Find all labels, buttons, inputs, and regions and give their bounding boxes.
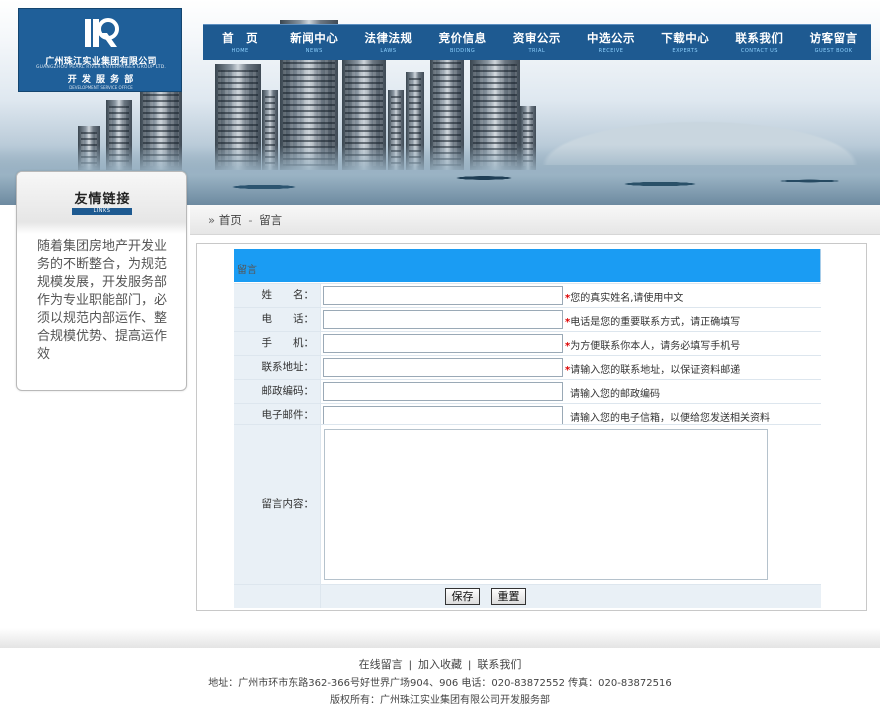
- nav-label-en: RECEIVE: [598, 48, 624, 54]
- field-cell: *为方便联系你本人，请务必填写手机号: [320, 332, 821, 355]
- nav-label: 竞价信息: [438, 31, 487, 45]
- nav-label: 下载中心: [661, 31, 710, 45]
- nav-label: 法律法规: [364, 31, 413, 45]
- reset-button[interactable]: 重置: [491, 588, 526, 605]
- hint-text: 请输入您的电子信箱，以便给您发送相关资料: [570, 413, 770, 424]
- friend-links-title-en: LINKS: [72, 208, 132, 215]
- breadcrumb-current: 留言: [259, 213, 283, 227]
- footer-link-bookmark[interactable]: 加入收藏: [418, 658, 462, 671]
- company-name-en: GUANGZHOU PEARL RIVER ENTERPRISES GROUP …: [35, 65, 167, 70]
- guestbook-form: 留言 姓 名： *您的真实姓名,请使用中文 电 话： *电话是您的重要联系方式，…: [196, 243, 867, 611]
- nav-item-receive[interactable]: 中选公示 RECEIVE: [574, 25, 648, 61]
- field-hint: *为方便联系你本人，请务必填写手机号: [565, 337, 740, 352]
- footer: 在线留言 | 加入收藏 | 联系我们 地址：广州市环市东路362-366号好世界广场90…: [0, 656, 880, 709]
- nav-label-en: LAWS: [380, 48, 397, 54]
- form-row-name: 姓 名： *您的真实姓名,请使用中文: [234, 283, 821, 307]
- company-logo[interactable]: 广州珠江实业集团有限公司 GUANGZHOU PEARL RIVER ENTER…: [18, 8, 182, 92]
- nav-item-laws[interactable]: 法律法规 LAWS: [351, 25, 425, 61]
- nav-item-trial[interactable]: 资审公示 TRIAL: [500, 25, 574, 61]
- field-hint: *电话是您的重要联系方式，请正确填写: [565, 313, 740, 328]
- form-row-address: 联系地址： *请输入您的联系地址，以保证资料邮递: [234, 355, 821, 379]
- hint-text: 请输入您的联系地址，以保证资料邮递: [570, 365, 741, 376]
- nav-label-en: BIDDING: [450, 48, 476, 54]
- field-label: 留言内容：: [234, 425, 320, 584]
- phone-input[interactable]: [323, 310, 563, 329]
- main-nav: 首 页 HOME 新闻中心 NEWS 法律法规 LAWS 竞价信息 BIDDING 资审…: [203, 24, 871, 60]
- nav-label-en: EXPERTS: [672, 48, 699, 54]
- form-row-mobile: 手 机： *为方便联系你本人，请务必填写手机号: [234, 331, 821, 355]
- hint-text: 电话是您的重要联系方式，请正确填写: [570, 317, 741, 328]
- field-hint: *请输入您的联系地址，以保证资料邮递: [565, 361, 740, 376]
- nav-label: 资审公示: [512, 31, 561, 45]
- field-cell: *您的真实姓名,请使用中文: [320, 284, 821, 307]
- double-chevron-right-icon: »: [208, 213, 216, 227]
- field-label: 联系地址：: [234, 356, 320, 379]
- nav-label-en: GUEST BOOK: [814, 48, 853, 54]
- address-input[interactable]: [323, 358, 563, 377]
- field-cell: 保存 重置: [320, 585, 821, 608]
- postcode-input[interactable]: [323, 382, 563, 401]
- hint-text: 您的真实姓名,请使用中文: [570, 293, 684, 304]
- nav-item-guestbook[interactable]: 访客留言 GUEST BOOK: [797, 25, 871, 61]
- form-title: 留言: [237, 265, 257, 276]
- nav-label-en: NEWS: [305, 48, 323, 54]
- breadcrumb: » 首页 - 留言: [208, 212, 282, 228]
- field-label: [234, 585, 320, 608]
- field-cell: 请输入您的邮政编码: [320, 380, 821, 403]
- form-row-phone: 电 话： *电话是您的重要联系方式，请正确填写: [234, 307, 821, 331]
- footer-link-message[interactable]: 在线留言: [359, 658, 403, 671]
- form-row-postcode: 邮政编码： 请输入您的邮政编码: [234, 379, 821, 403]
- field-cell: [320, 425, 821, 584]
- footer-link-contact[interactable]: 联系我们: [477, 658, 521, 671]
- field-cell: *电话是您的重要联系方式，请正确填写: [320, 308, 821, 331]
- breadcrumb-separator: -: [248, 213, 253, 227]
- nav-label: 中选公示: [587, 31, 636, 45]
- hint-text: 请输入您的邮政编码: [570, 389, 660, 400]
- name-input[interactable]: [323, 286, 563, 305]
- friend-links-panel: 友情链接 LINKS 随着集团房地产开发业务的不断整合，为规范规模发展，开发服务…: [16, 171, 187, 391]
- field-hint: 请输入您的电子信箱，以便给您发送相关资料: [570, 409, 770, 424]
- nav-label: 联系我们: [735, 31, 784, 45]
- nav-label-en: TRIAL: [528, 48, 546, 54]
- nav-label: 首 页: [222, 31, 259, 45]
- message-textarea[interactable]: [324, 429, 768, 580]
- mobile-input[interactable]: [323, 334, 563, 353]
- friend-links-header: 友情链接 LINKS: [17, 172, 186, 234]
- nav-item-download[interactable]: 下载中心 EXPERTS: [648, 25, 722, 61]
- save-button[interactable]: 保存: [445, 588, 480, 605]
- field-hint: *您的真实姓名,请使用中文: [565, 289, 683, 304]
- nav-label-en: HOME: [231, 48, 249, 54]
- friend-links-text: 随着集团房地产开发业务的不断整合，为规范规模发展，开发服务部作为专业职能部门，必…: [37, 239, 168, 362]
- nav-label-en: CONTACT US: [740, 48, 778, 54]
- form-title-bar: 留言: [234, 249, 821, 282]
- field-label: 姓 名：: [234, 284, 320, 307]
- nav-item-contact[interactable]: 联系我们 CONTACT US: [722, 25, 796, 61]
- breadcrumb-home[interactable]: 首页: [219, 213, 242, 227]
- breadcrumb-bar: » 首页 - 留言: [190, 205, 880, 235]
- nav-item-home[interactable]: 首 页 HOME: [203, 25, 277, 61]
- nav-item-news[interactable]: 新闻中心 NEWS: [277, 25, 351, 61]
- footer-divider: |: [408, 660, 412, 671]
- form-row-buttons: 保存 重置: [234, 584, 821, 608]
- field-label: 手 机：: [234, 332, 320, 355]
- footer-band: [0, 628, 880, 648]
- field-label: 电 话：: [234, 308, 320, 331]
- field-hint: 请输入您的邮政编码: [570, 385, 660, 400]
- field-label: 邮政编码：: [234, 380, 320, 403]
- friend-links-title: 友情链接: [74, 192, 131, 207]
- nav-label: 访客留言: [809, 31, 858, 45]
- nav-item-bidding[interactable]: 竞价信息 BIDDING: [426, 25, 500, 61]
- department-name: 开 发 服 务 部: [67, 75, 135, 85]
- department-name-en: DEVELOPMENT SERVICE OFFICE: [69, 85, 133, 90]
- footer-copyright: 版权所有：广州珠江实业集团有限公司开发服务部: [330, 695, 550, 706]
- company-logo-icon: [85, 18, 119, 47]
- field-cell: *请输入您的联系地址，以保证资料邮递: [320, 356, 821, 379]
- footer-links: 在线留言 | 加入收藏 | 联系我们: [0, 656, 880, 675]
- hint-text: 为方便联系你本人，请务必填写手机号: [570, 341, 741, 352]
- email-input[interactable]: [323, 406, 563, 425]
- footer-divider: |: [468, 660, 472, 671]
- nav-label: 新闻中心: [290, 31, 339, 45]
- form-row-message: 留言内容：: [234, 424, 821, 584]
- footer-address: 地址：广州市环市东路362-366号好世界广场904、906 电话：020-83…: [208, 678, 672, 689]
